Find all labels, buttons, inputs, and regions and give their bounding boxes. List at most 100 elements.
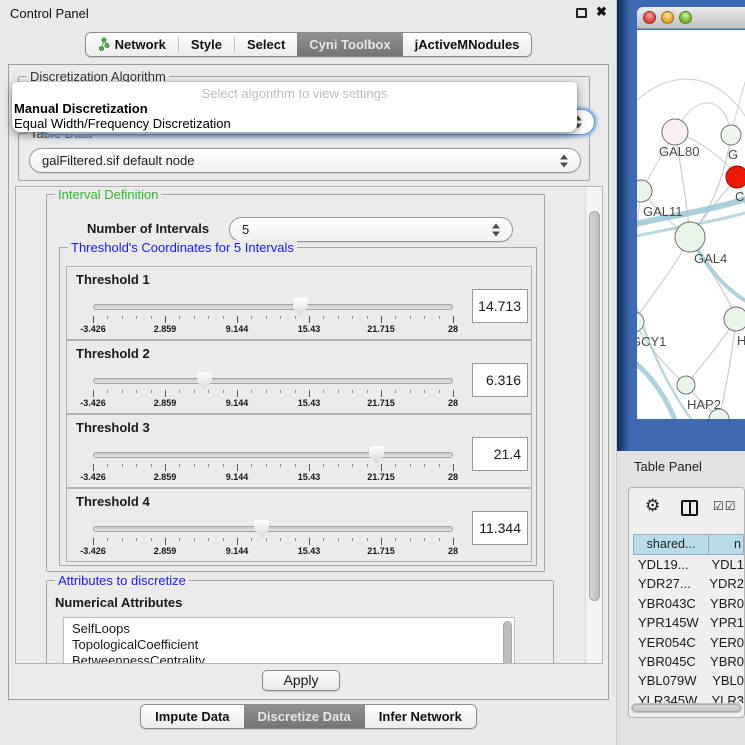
network-window-titlebar[interactable] (637, 7, 745, 29)
tab-jactivemnodules[interactable]: jActiveMNodules (403, 33, 532, 56)
table-cell[interactable]: YBR043C (633, 594, 706, 613)
threshold-panel: Threshold 2-3.4262.8599.14415.4321.71528… (66, 340, 532, 414)
minimize-traffic-light-icon[interactable] (661, 11, 674, 24)
tab-infer-network[interactable]: Infer Network (365, 705, 476, 728)
table-cell[interactable]: YPR1 (706, 613, 744, 632)
table-cell[interactable]: YBR0 (706, 594, 744, 613)
network-node[interactable] (662, 119, 688, 145)
network-icon (98, 37, 110, 52)
close-traffic-light-icon[interactable] (643, 11, 656, 24)
slider-tick-labels: -3.4262.8599.14415.4321.71528 (93, 324, 453, 336)
threshold-label: Threshold 4 (76, 494, 150, 509)
attribute-list-item[interactable]: SelfLoops (72, 621, 514, 637)
settings-scrollbar-track[interactable] (585, 187, 602, 663)
table-hscrollbar-thumb[interactable] (632, 704, 741, 712)
gear-icon[interactable]: ⚙ (645, 496, 660, 516)
table-panel-title: Table Panel (634, 459, 702, 474)
number-of-intervals-combobox[interactable]: 5 (229, 217, 513, 242)
table-cell[interactable]: YDL19... (633, 555, 707, 574)
tab-discretize-data-label: Discretize Data (258, 709, 351, 724)
close-icon[interactable]: ✖ (596, 4, 607, 20)
threshold-value-field[interactable]: 21.4 (472, 437, 528, 471)
tab-style[interactable]: Style (179, 33, 234, 56)
network-node[interactable] (724, 307, 745, 331)
tab-discretize-data[interactable]: Discretize Data (244, 705, 365, 728)
network-node[interactable] (726, 166, 745, 188)
slider-tick-labels: -3.4262.8599.14415.4321.71528 (93, 398, 453, 410)
column-header-name[interactable]: n (709, 534, 744, 555)
numerical-attributes-list[interactable]: SelfLoopsTopologicalCoefficientBetweenne… (63, 617, 515, 664)
column-header-shared[interactable]: shared... (633, 534, 709, 555)
threshold-value-field[interactable]: 11.344 (472, 511, 528, 545)
tab-network[interactable]: Network (86, 33, 178, 56)
table-cell[interactable]: YER0 (706, 633, 744, 652)
table-row[interactable]: YBR045CYBR0 (633, 652, 744, 671)
table-cell[interactable]: YER054C (633, 633, 706, 652)
network-node[interactable] (677, 376, 695, 394)
threshold-label: Threshold 3 (76, 420, 150, 435)
columns-icon[interactable] (681, 500, 698, 516)
network-node-label: GAL4 (694, 251, 727, 266)
table-hscrollbar-track[interactable] (631, 703, 742, 713)
threshold-value-field[interactable]: 6.316 (472, 363, 528, 397)
slider-ticks (93, 315, 453, 324)
table-row[interactable]: YDR27...YDR2 (633, 574, 744, 593)
network-node[interactable] (637, 180, 652, 202)
thresholds-group-title: Threshold's Coordinates for 5 Intervals (68, 240, 297, 255)
tab-select[interactable]: Select (235, 33, 297, 56)
network-node-label: GAL80 (659, 144, 699, 159)
slider-thumb[interactable] (369, 446, 384, 464)
algorithm-option-equal-width[interactable]: Equal Width/Frequency Discretization (12, 116, 577, 131)
threshold-panel: Threshold 4-3.4262.8599.14415.4321.71528… (66, 488, 532, 562)
threshold-slider[interactable] (93, 304, 453, 310)
panel-title: Control Panel (10, 6, 89, 21)
table-row[interactable]: YLR345WYLR3 (633, 691, 744, 703)
table-cell[interactable]: YPR145W (633, 613, 706, 632)
table-cell[interactable]: YBR0 (706, 652, 744, 671)
attributes-group: Attributes to discretize Numerical Attri… (46, 580, 554, 664)
attribute-list-item[interactable]: BetweennessCentrality (72, 653, 514, 664)
zoom-traffic-light-icon[interactable] (679, 11, 692, 24)
table-row[interactable]: YPR145WYPR1 (633, 613, 744, 632)
table-row[interactable]: YBL079WYBL0 (633, 671, 744, 690)
network-node[interactable] (721, 125, 741, 145)
table-row[interactable]: YDL19...YDL1 (633, 555, 744, 574)
float-icon[interactable] (576, 8, 587, 18)
list-scrollbar[interactable] (503, 621, 512, 664)
interval-definition-title: Interval Definition (55, 187, 161, 202)
table-panel-body: ⚙ ☑☑ shared... n YDL19...YDL1YDR27...YDR… (628, 487, 745, 718)
checkbox-icons[interactable]: ☑☑ (713, 499, 737, 513)
algorithm-option-manual[interactable]: Manual Discretization (12, 101, 577, 116)
tab-network-label: Network (115, 37, 166, 52)
settings-scrollbar-thumb[interactable] (589, 211, 600, 601)
table-cell[interactable]: YLR3 (707, 691, 744, 703)
slider-thumb[interactable] (197, 372, 212, 390)
slider-ticks (93, 463, 453, 472)
table-row[interactable]: YER054CYER0 (633, 633, 744, 652)
table-data-combobox[interactable]: galFiltered.sif default node (29, 148, 581, 173)
network-node-label: GAL11 (643, 204, 683, 219)
table-cell[interactable]: YBL079W (633, 671, 708, 690)
slider-thumb[interactable] (254, 520, 269, 538)
table-cell[interactable]: YDR2 (705, 574, 744, 593)
table-cell[interactable]: YBR045C (633, 652, 706, 671)
threshold-slider[interactable] (93, 378, 453, 384)
apply-button[interactable]: Apply (262, 670, 340, 691)
tab-cyni-toolbox[interactable]: Cyni Toolbox (297, 33, 402, 56)
table-cell[interactable]: YLR345W (633, 691, 707, 703)
threshold-slider[interactable] (93, 526, 453, 532)
attribute-list-item[interactable]: TopologicalCoefficient (72, 637, 514, 653)
attributes-group-title: Attributes to discretize (55, 573, 189, 588)
slider-tick-labels: -3.4262.8599.14415.4321.71528 (93, 472, 453, 484)
network-node[interactable] (675, 222, 705, 252)
table-cell[interactable]: YBL0 (708, 671, 744, 690)
threshold-value-field[interactable]: 14.713 (472, 289, 528, 323)
table-cell[interactable]: YDR27... (633, 574, 705, 593)
table-row[interactable]: YBR043CYBR0 (633, 594, 744, 613)
slider-thumb[interactable] (293, 298, 308, 316)
tab-impute-data[interactable]: Impute Data (141, 705, 243, 728)
combo-arrows-icon (560, 154, 569, 167)
network-canvas[interactable]: GAL80GCGAL11GAL4GCY1HHAP2 (637, 30, 745, 419)
threshold-slider[interactable] (93, 452, 453, 458)
table-cell[interactable]: YDL1 (707, 555, 744, 574)
